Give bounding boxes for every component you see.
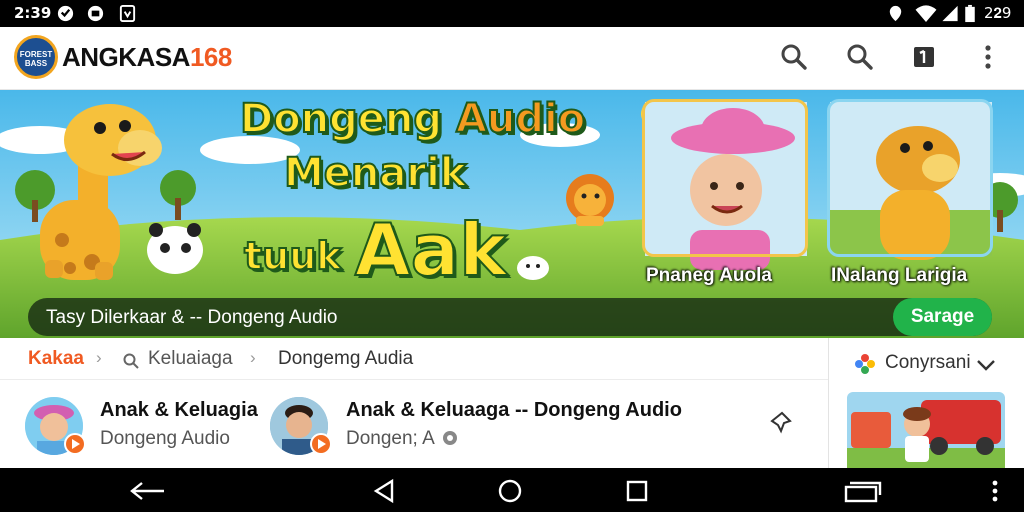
- tab-keluarga[interactable]: Keluaiaga: [148, 348, 233, 370]
- featured-card-1-label: Pnaneg Auola: [646, 265, 772, 286]
- play-button[interactable]: Sarage: [893, 298, 992, 336]
- list-item-subtitle: Dongen; A: [346, 428, 435, 449]
- windows-icon[interactable]: [842, 477, 882, 505]
- search-small-icon: [123, 353, 139, 369]
- notification-icon: [57, 5, 74, 22]
- signal-icon: [942, 5, 958, 22]
- hero-title-word5: Aak: [354, 207, 508, 293]
- hero-banner[interactable]: Dongeng Audio Menarik tuuk Aak Pnaneg Au…: [0, 90, 1024, 338]
- battery-icon: [965, 4, 975, 23]
- tab-dongeng-audio[interactable]: Dongemg Audia: [278, 348, 413, 370]
- home-icon[interactable]: [490, 477, 530, 505]
- back-icon[interactable]: [128, 477, 168, 505]
- featured-card-1[interactable]: [642, 99, 808, 257]
- app-bar: FOREST BASS ANGKASA168: [0, 27, 1024, 90]
- battery-percent: 2𝟐9: [984, 4, 1012, 22]
- featured-card-2-label: INalang Larigia: [831, 265, 968, 286]
- chevron-right-icon-2: ›: [250, 348, 256, 367]
- navigation-bar: [0, 468, 1024, 512]
- photos-icon: [855, 354, 875, 374]
- list-item-title: Anak & Keluagia: [100, 399, 258, 421]
- side-panel: Conyrsani: [828, 338, 1024, 468]
- gear-icon: [443, 431, 457, 445]
- app-title-number: 168: [189, 42, 232, 72]
- chevron-down-icon[interactable]: [975, 354, 997, 374]
- play-badge-icon: [64, 433, 86, 455]
- app-title: ANGKASA168: [62, 42, 232, 73]
- status-bar: 2:39 2𝟐9: [0, 0, 1024, 27]
- pin-icon[interactable]: [766, 407, 796, 437]
- hero-title-line1: Dongeng Audio: [239, 95, 586, 143]
- logo-text: FOREST BASS: [19, 50, 53, 68]
- search-icon-secondary[interactable]: [842, 39, 878, 75]
- app-logo[interactable]: FOREST BASS: [14, 35, 58, 79]
- hero-title-word2: Audio: [455, 95, 586, 143]
- download-icon[interactable]: [906, 39, 942, 75]
- location-icon: [889, 5, 902, 22]
- chevron-right-icon: ›: [96, 348, 102, 367]
- search-icon[interactable]: [776, 39, 812, 75]
- list-item-subtitle: Dongeng Audio: [100, 428, 230, 449]
- hero-title-word4: tuuk: [243, 233, 355, 279]
- recents-icon[interactable]: [616, 477, 656, 505]
- calendar-icon: [119, 4, 136, 23]
- list-item-title: Anak & Keluaaga -- Dongeng Audio: [346, 399, 682, 421]
- more-options-icon-nav[interactable]: [980, 477, 1010, 505]
- nav-back-triangle-icon[interactable]: [364, 477, 404, 505]
- hero-title-line3: tuuk Aak: [243, 207, 508, 293]
- hero-title-line2: Menarik: [283, 149, 467, 197]
- side-panel-title: Conyrsani: [885, 352, 971, 373]
- content-list: Anak & Keluagia Dongeng Audio Anak & Kel…: [0, 381, 828, 468]
- app-title-main: ANGKASA: [62, 42, 190, 72]
- side-thumbnail[interactable]: [847, 392, 1005, 468]
- app-notification-icon: [87, 5, 104, 22]
- more-options-icon[interactable]: [970, 39, 1006, 75]
- featured-card-2[interactable]: [827, 99, 993, 257]
- tab-kakaa[interactable]: Kakaa: [28, 348, 84, 370]
- category-tabs: Kakaa › Keluaiaga › Dongemg Audia: [0, 338, 828, 380]
- now-playing-bar[interactable]: Tasy Dilerkaar & -- Dongeng Audio Sarage: [28, 298, 992, 336]
- status-time: 2:39: [14, 4, 52, 22]
- play-badge-icon: [310, 433, 332, 455]
- wifi-icon: [915, 5, 937, 23]
- hero-title-word1: Dongeng: [239, 95, 456, 143]
- now-playing-text: Tasy Dilerkaar & -- Dongeng Audio: [46, 307, 338, 328]
